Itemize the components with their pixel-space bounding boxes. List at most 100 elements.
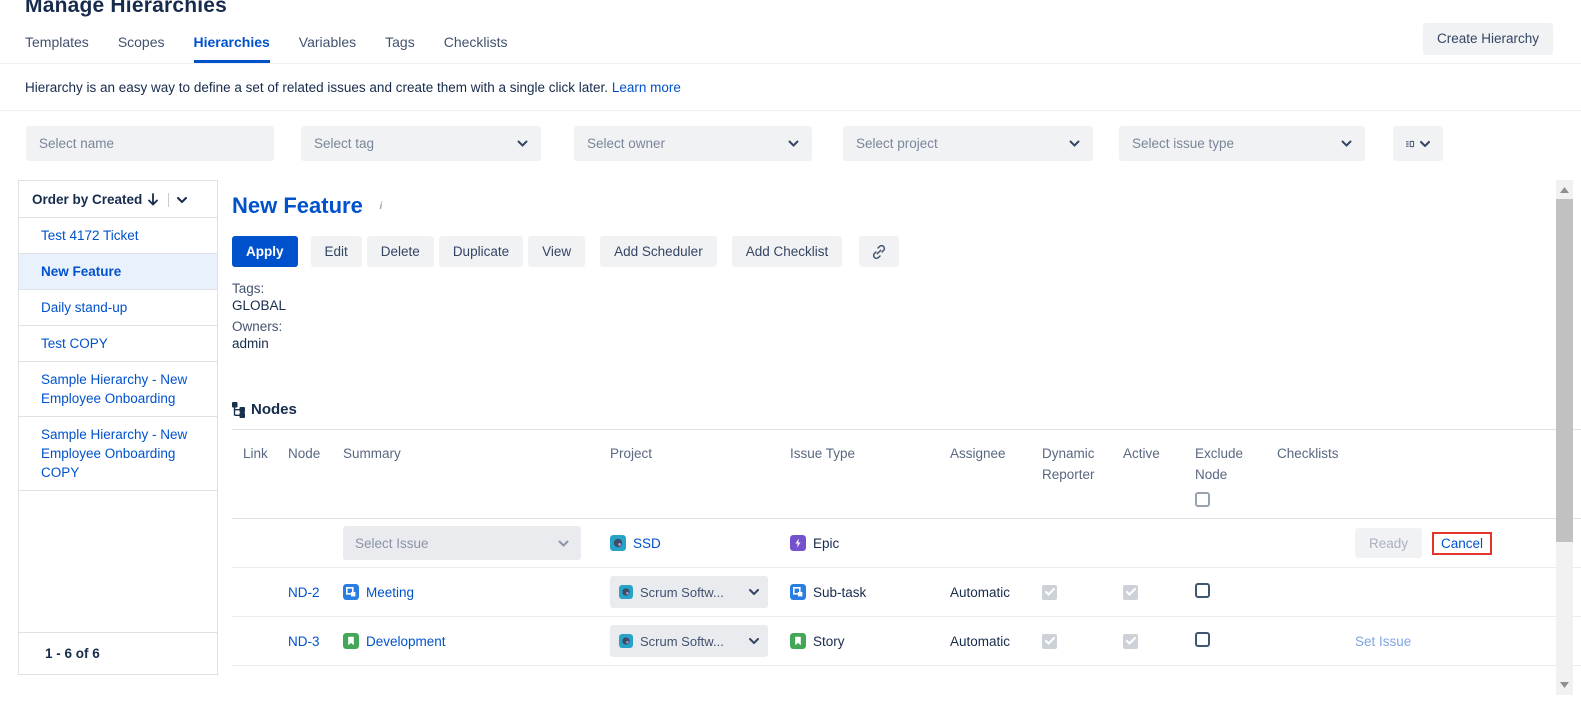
summary-cell: Meeting — [343, 584, 610, 600]
apply-button[interactable]: Apply — [232, 236, 298, 267]
name-filter-input[interactable] — [26, 126, 274, 161]
chevron-down-icon — [749, 638, 759, 644]
hierarchy-title: New Feature — [232, 193, 363, 219]
hierarchy-item[interactable]: Test 4172 Ticket — [19, 218, 217, 254]
tag-filter-select[interactable]: Select tag — [301, 126, 541, 161]
hierarchy-item-selected[interactable]: New Feature — [19, 254, 217, 290]
story-issue-icon — [343, 633, 359, 649]
set-issue-link[interactable]: Set Issue — [1355, 634, 1411, 649]
exclude-node-checkbox[interactable] — [1195, 632, 1210, 647]
issue-type-cell: Epic — [790, 535, 950, 551]
exclude-node-checkbox[interactable] — [1195, 583, 1210, 598]
node-key-link[interactable]: ND-3 — [288, 634, 320, 649]
filter-row: Select tag Select owner Select project S… — [0, 111, 1581, 174]
issue-type-label: Story — [813, 634, 845, 649]
dynamic-reporter-cell — [1042, 584, 1123, 600]
project-filter-placeholder: Select project — [856, 136, 938, 151]
column-header-summary: Summary — [343, 443, 610, 507]
summary-cell: Select Issue — [343, 526, 610, 560]
nodes-table-header: Link Node Summary Project Issue Type Ass… — [232, 429, 1581, 519]
chevron-down-icon — [517, 140, 528, 147]
tab-scopes[interactable]: Scopes — [118, 20, 165, 63]
tags-value: GLOBAL — [232, 298, 1581, 313]
hierarchy-detail-panel: New Feature i Apply Edit Delete Duplicat… — [232, 180, 1581, 695]
assignee-cell: Automatic — [950, 585, 1042, 600]
summary-link[interactable]: Meeting — [366, 585, 414, 600]
active-checkbox-checked — [1123, 585, 1138, 600]
hierarchy-item[interactable]: Sample Hierarchy - New Employee Onboardi… — [19, 362, 217, 417]
chevron-down-icon — [1420, 141, 1430, 147]
active-checkbox-checked — [1123, 634, 1138, 649]
scrollbar-thumb[interactable] — [1556, 199, 1573, 542]
learn-more-link[interactable]: Learn more — [612, 80, 681, 95]
owners-label: Owners: — [232, 319, 1581, 334]
duplicate-button[interactable]: Duplicate — [439, 236, 523, 267]
issue-type-filter-placeholder: Select issue type — [1132, 136, 1234, 151]
project-cell: Scrum Softw... — [610, 576, 790, 608]
exclude-all-checkbox[interactable] — [1195, 492, 1210, 507]
select-issue-dropdown[interactable]: Select Issue — [343, 526, 581, 560]
issue-type-filter-select[interactable]: Select issue type — [1119, 126, 1365, 161]
dynamic-reporter-checkbox-checked — [1042, 634, 1057, 649]
tab-templates[interactable]: Templates — [25, 20, 89, 63]
column-header-project: Project — [610, 443, 790, 507]
create-hierarchy-button[interactable]: Create Hierarchy — [1423, 23, 1553, 55]
tab-variables[interactable]: Variables — [299, 20, 356, 63]
epic-issue-icon — [790, 535, 806, 551]
copy-link-button[interactable] — [859, 236, 899, 267]
delete-button[interactable]: Delete — [367, 236, 434, 267]
assignee-cell: Automatic — [950, 634, 1042, 649]
manage-hierarchies-page: Manage Hierarchies Templates Scopes Hier… — [0, 0, 1581, 695]
add-scheduler-button[interactable]: Add Scheduler — [600, 236, 717, 267]
view-button[interactable]: View — [528, 236, 585, 267]
owner-filter-select[interactable]: Select owner — [574, 126, 812, 161]
subtask-issue-icon — [343, 584, 359, 600]
project-filter-select[interactable]: Select project — [843, 126, 1093, 161]
exclude-node-cell — [1195, 583, 1277, 601]
link-icon — [871, 244, 887, 260]
order-dropdown-chevron-icon[interactable] — [177, 197, 187, 203]
page-title: Manage Hierarchies — [25, 0, 1581, 18]
order-by-header[interactable]: Order by Created — [19, 181, 217, 218]
scroll-down-arrow-icon[interactable] — [1556, 677, 1573, 693]
cancel-link[interactable]: Cancel — [1432, 532, 1492, 555]
chevron-down-icon — [1341, 140, 1352, 147]
node-row: ND-3 Development Scrum Softw... Story — [232, 617, 1581, 666]
vertical-scrollbar[interactable] — [1556, 180, 1573, 695]
dynamic-reporter-checkbox-checked — [1042, 585, 1057, 600]
add-checklist-button[interactable]: Add Checklist — [732, 236, 843, 267]
edit-button[interactable]: Edit — [311, 236, 362, 267]
node-key-link[interactable]: ND-2 — [288, 585, 320, 600]
view-options-button[interactable] — [1393, 126, 1443, 161]
project-avatar-icon — [610, 535, 626, 551]
scroll-up-arrow-icon[interactable] — [1556, 182, 1573, 198]
tab-hierarchies[interactable]: Hierarchies — [194, 20, 270, 63]
tab-checklists[interactable]: Checklists — [444, 20, 508, 63]
sort-direction-down-icon[interactable] — [148, 193, 158, 206]
project-select[interactable]: Scrum Softw... — [610, 625, 768, 657]
column-header-active: Active — [1123, 443, 1195, 507]
sidebar-spacer — [19, 491, 217, 632]
column-header-actions — [1355, 443, 1581, 507]
chevron-down-icon — [749, 589, 759, 595]
action-button-row: Apply Edit Delete Duplicate View Add Sch… — [232, 236, 1581, 267]
hierarchy-item[interactable]: Sample Hierarchy - New Employee Onboardi… — [19, 417, 217, 491]
active-cell — [1123, 584, 1195, 600]
project-select[interactable]: Scrum Softw... — [610, 576, 768, 608]
info-icon[interactable]: i — [373, 198, 389, 214]
chevron-down-icon — [788, 140, 799, 147]
row-actions-cell: Ready Cancel — [1355, 528, 1581, 558]
hierarchy-item[interactable]: Test COPY — [19, 326, 217, 362]
column-header-checklists: Checklists — [1277, 443, 1355, 507]
tab-bar: Templates Scopes Hierarchies Variables T… — [0, 18, 1581, 64]
hierarchy-item[interactable]: Daily stand-up — [19, 290, 217, 326]
project-link[interactable]: SSD — [633, 536, 661, 551]
owners-value: admin — [232, 336, 1581, 351]
ready-button[interactable]: Ready — [1355, 528, 1422, 558]
chevron-down-icon — [558, 540, 569, 547]
summary-link[interactable]: Development — [366, 634, 446, 649]
column-header-link: Link — [232, 443, 288, 507]
nodes-section-title: Nodes — [251, 401, 297, 418]
node-cell: ND-2 — [288, 585, 343, 600]
tab-tags[interactable]: Tags — [385, 20, 415, 63]
